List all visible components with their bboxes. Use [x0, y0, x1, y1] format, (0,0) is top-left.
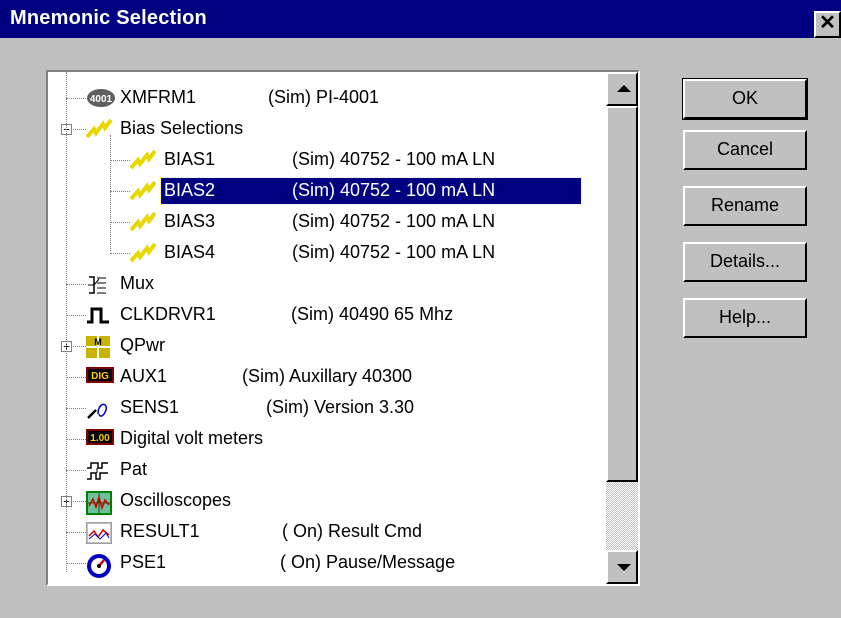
svg-text:M: M: [94, 337, 102, 347]
tree-item[interactable]: BIAS1 (Sim) 40752 - 100 mA LN: [48, 146, 604, 176]
tree-item-name: PSE1: [120, 552, 167, 572]
tree-item-description: (Sim) 40752 - 100 mA LN: [292, 180, 496, 200]
pattern-icon: [86, 460, 108, 480]
tree-connector: [66, 532, 86, 533]
rename-button[interactable]: Rename: [683, 186, 807, 226]
voltmeter-icon: 1.00: [86, 429, 114, 449]
tree-item[interactable]: Mux: [48, 270, 604, 300]
tree-item-name: Digital volt meters: [120, 428, 264, 448]
tree-item-name: Bias Selections: [120, 118, 244, 138]
tree-item-name: Pat: [120, 459, 148, 479]
tree-item-name: CLKDRVR1: [120, 304, 216, 324]
tree-item[interactable]: BIAS4 (Sim) 40752 - 100 mA LN: [48, 239, 604, 269]
svg-text:1.00: 1.00: [90, 433, 110, 444]
tree-connector: [110, 253, 130, 254]
tree-item[interactable]: + M QPwr: [48, 332, 604, 362]
tree-connector: [66, 72, 67, 572]
arrow-down-icon: [617, 564, 631, 571]
tree-item-description: (Sim) PI-4001: [268, 87, 380, 107]
tree-connector: [110, 160, 130, 161]
tree-item[interactable]: BIAS2 (Sim) 40752 - 100 mA LN: [48, 177, 604, 207]
tree-item-name: BIAS3: [164, 211, 216, 231]
lightning-icon: [129, 242, 157, 263]
title-bar: Mnemonic Selection ✕: [0, 0, 841, 38]
tree-item[interactable]: − Bias Selections: [48, 115, 604, 145]
tree-item-description: (Sim) 40752 - 100 mA LN: [292, 242, 496, 262]
lightning-icon: [85, 118, 113, 139]
tree-item[interactable]: PSE1 ( On) Pause/Message: [48, 549, 604, 579]
close-icon: ✕: [819, 12, 836, 34]
dig-icon: DIG: [86, 367, 114, 387]
scroll-up-button[interactable]: [606, 72, 638, 106]
sensor-curve-icon: [86, 398, 108, 419]
scroll-thumb[interactable]: [606, 106, 638, 482]
tree-item-name: Mux: [120, 273, 155, 293]
tree-item[interactable]: CLKDRVR1 (Sim) 40490 65 Mhz: [48, 301, 604, 331]
close-button[interactable]: ✕: [814, 11, 841, 38]
tree-connector: [66, 470, 86, 471]
tree-item[interactable]: 1.00 Digital volt meters: [48, 425, 604, 455]
window-title: Mnemonic Selection: [10, 7, 207, 29]
tree-item-name: SENS1: [120, 397, 180, 417]
svg-text:DIG: DIG: [91, 371, 109, 382]
tree-connector: [66, 439, 86, 440]
tree-connector: [66, 284, 86, 285]
tree-item-name: BIAS1: [164, 149, 216, 169]
tree-connector: [66, 408, 86, 409]
lightning-icon: [129, 180, 157, 201]
tree-item-description: (Sim) 40752 - 100 mA LN: [292, 211, 496, 231]
tree-connector: [110, 135, 111, 251]
tree-item[interactable]: + Oscilloscopes: [48, 487, 604, 517]
chip-4001-icon: 4001: [86, 88, 115, 108]
tree-item[interactable]: 4001 XMFRM1 (Sim) PI-4001: [48, 84, 604, 114]
svg-text:4001: 4001: [90, 94, 113, 105]
oscilloscope-icon: [86, 491, 112, 515]
mux-icon: [86, 274, 108, 294]
tree-item-name: XMFRM1: [120, 87, 196, 107]
help-button[interactable]: Help...: [683, 298, 807, 338]
cancel-button[interactable]: Cancel: [683, 130, 807, 170]
tree-item-description: ( On) Pause/Message: [280, 552, 456, 572]
tree-item-name: RESULT1: [120, 521, 200, 541]
pause-gauge-icon: [86, 553, 111, 578]
lightning-icon: [129, 149, 157, 170]
tree-connector: [66, 315, 86, 316]
tree-item-name: BIAS4: [164, 242, 216, 262]
scroll-down-button[interactable]: [606, 550, 638, 584]
tree-item[interactable]: SENS1 (Sim) Version 3.30: [48, 394, 604, 424]
tree-connector: [66, 98, 86, 99]
tree-connector: [110, 191, 130, 192]
tree-item-name: Oscilloscopes: [120, 490, 232, 510]
vertical-scrollbar[interactable]: [606, 72, 638, 584]
tree-item-name: AUX1: [120, 366, 168, 386]
details-button[interactable]: Details...: [683, 242, 807, 282]
tree-item-name: BIAS2: [164, 180, 216, 200]
tree-item-description: (Sim) 40752 - 100 mA LN: [292, 149, 496, 169]
qpwr-icon: M: [86, 336, 110, 358]
tree-item[interactable]: DIG AUX1 (Sim) Auxillary 40300: [48, 363, 604, 393]
tree-item-description: (Sim) 40490 65 Mhz: [291, 304, 454, 324]
tree-view[interactable]: 4001 XMFRM1 (Sim) PI-4001− Bias Selections B…: [48, 72, 604, 584]
tree-connector: [66, 377, 86, 378]
tree-connector: [110, 222, 130, 223]
lightning-icon: [129, 211, 157, 232]
ok-button[interactable]: OK: [682, 78, 808, 120]
tree-item-description: (Sim) Version 3.30: [266, 397, 415, 417]
mnemonic-tree[interactable]: 4001 XMFRM1 (Sim) PI-4001− Bias Selections B…: [46, 70, 640, 586]
tree-item-name: QPwr: [120, 335, 165, 355]
tree-item[interactable]: BIAS3 (Sim) 40752 - 100 mA LN: [48, 208, 604, 238]
tree-connector: [66, 563, 86, 564]
arrow-up-icon: [617, 85, 631, 92]
tree-item[interactable]: RESULT1 ( On) Result Cmd: [48, 518, 604, 548]
tree-item-description: ( On) Result Cmd: [282, 521, 423, 541]
result-chart-icon: [85, 521, 113, 545]
tree-item-description: (Sim) Auxillary 40300: [242, 366, 413, 386]
tree-item[interactable]: Pat: [48, 456, 604, 486]
clock-pulse-icon: [86, 305, 109, 325]
